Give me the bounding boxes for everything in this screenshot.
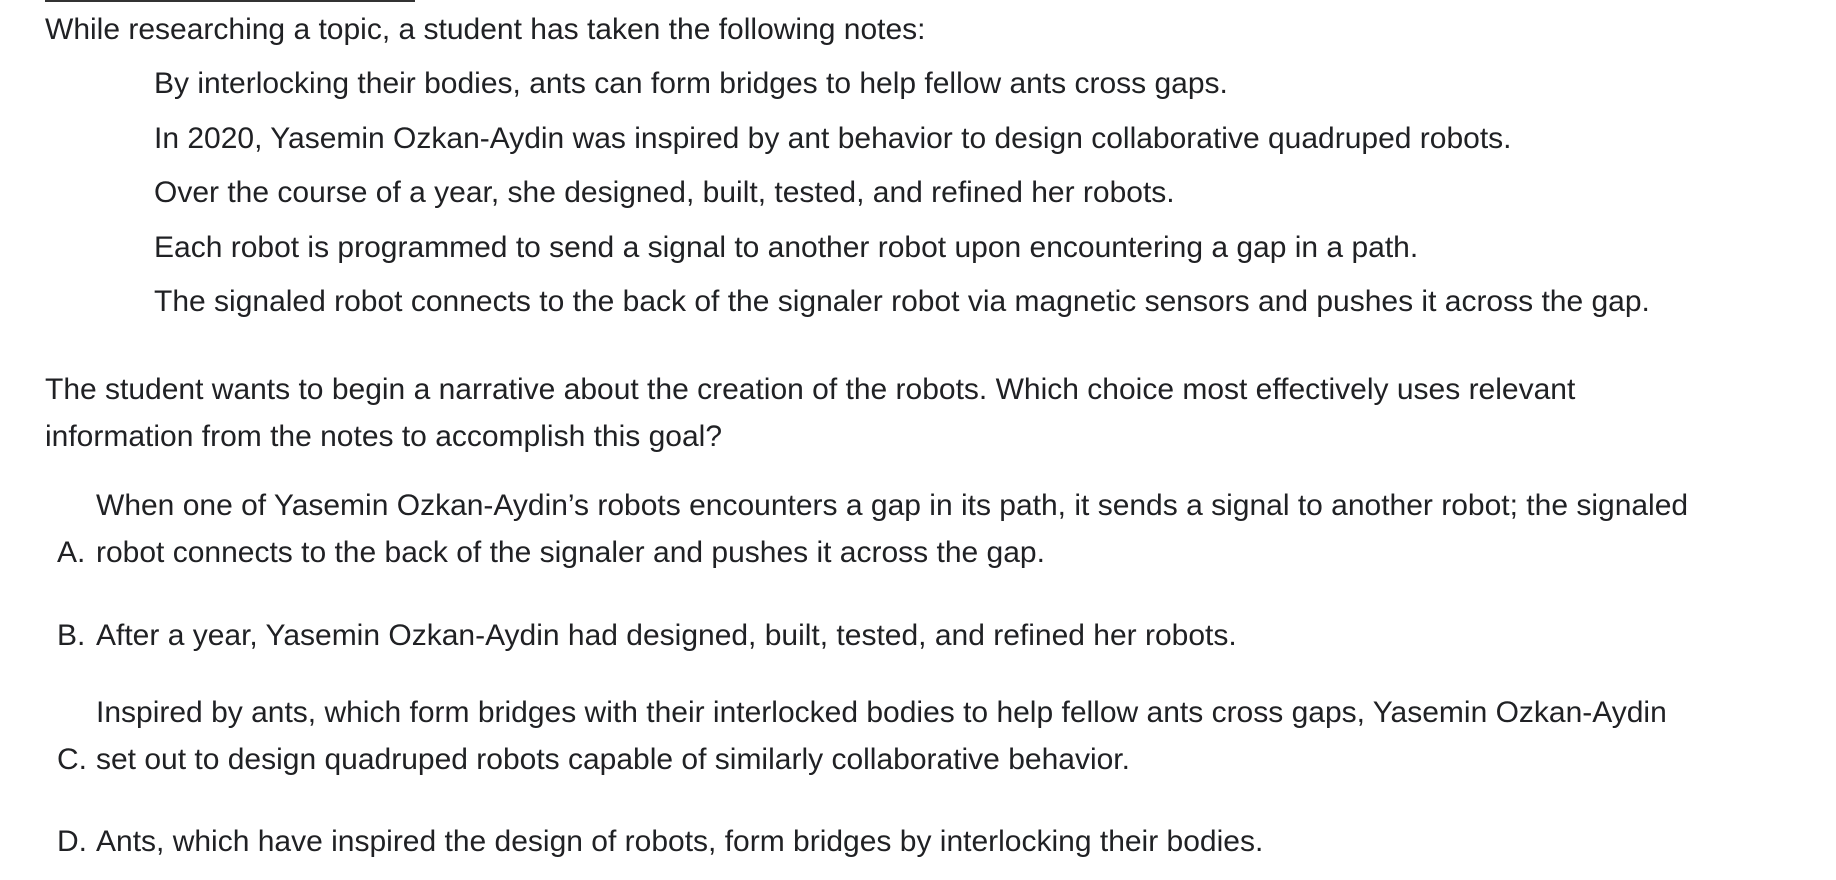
top-divider xyxy=(45,0,415,2)
note-item: The signaled robot connects to the back … xyxy=(154,285,1650,318)
option-b-text: After a year, Yasemin Ozkan-Aydin had de… xyxy=(96,619,1237,652)
note-item: Each robot is programmed to send a signa… xyxy=(154,231,1419,264)
option-a-label: A. xyxy=(57,536,86,569)
question-line: The student wants to begin a narrative a… xyxy=(45,373,1576,406)
intro-text: While researching a topic, a student has… xyxy=(45,13,926,46)
option-d-label: D. xyxy=(57,825,87,858)
option-a-text: robot connects to the back of the signal… xyxy=(96,536,1045,569)
option-c-text: set out to design quadruped robots capab… xyxy=(96,743,1130,776)
option-c-text: Inspired by ants, which form bridges wit… xyxy=(96,696,1667,729)
option-a-text: When one of Yasemin Ozkan-Aydin’s robots… xyxy=(96,489,1689,522)
question-line: information from the notes to accomplish… xyxy=(45,420,723,453)
option-c-label: C. xyxy=(57,743,87,776)
note-item: Over the course of a year, she designed,… xyxy=(154,176,1175,209)
note-item: In 2020, Yasemin Ozkan-Aydin was inspire… xyxy=(154,122,1512,155)
note-item: By interlocking their bodies, ants can f… xyxy=(154,67,1228,100)
option-b-label: B. xyxy=(57,619,86,652)
option-d-text: Ants, which have inspired the design of … xyxy=(96,825,1264,858)
